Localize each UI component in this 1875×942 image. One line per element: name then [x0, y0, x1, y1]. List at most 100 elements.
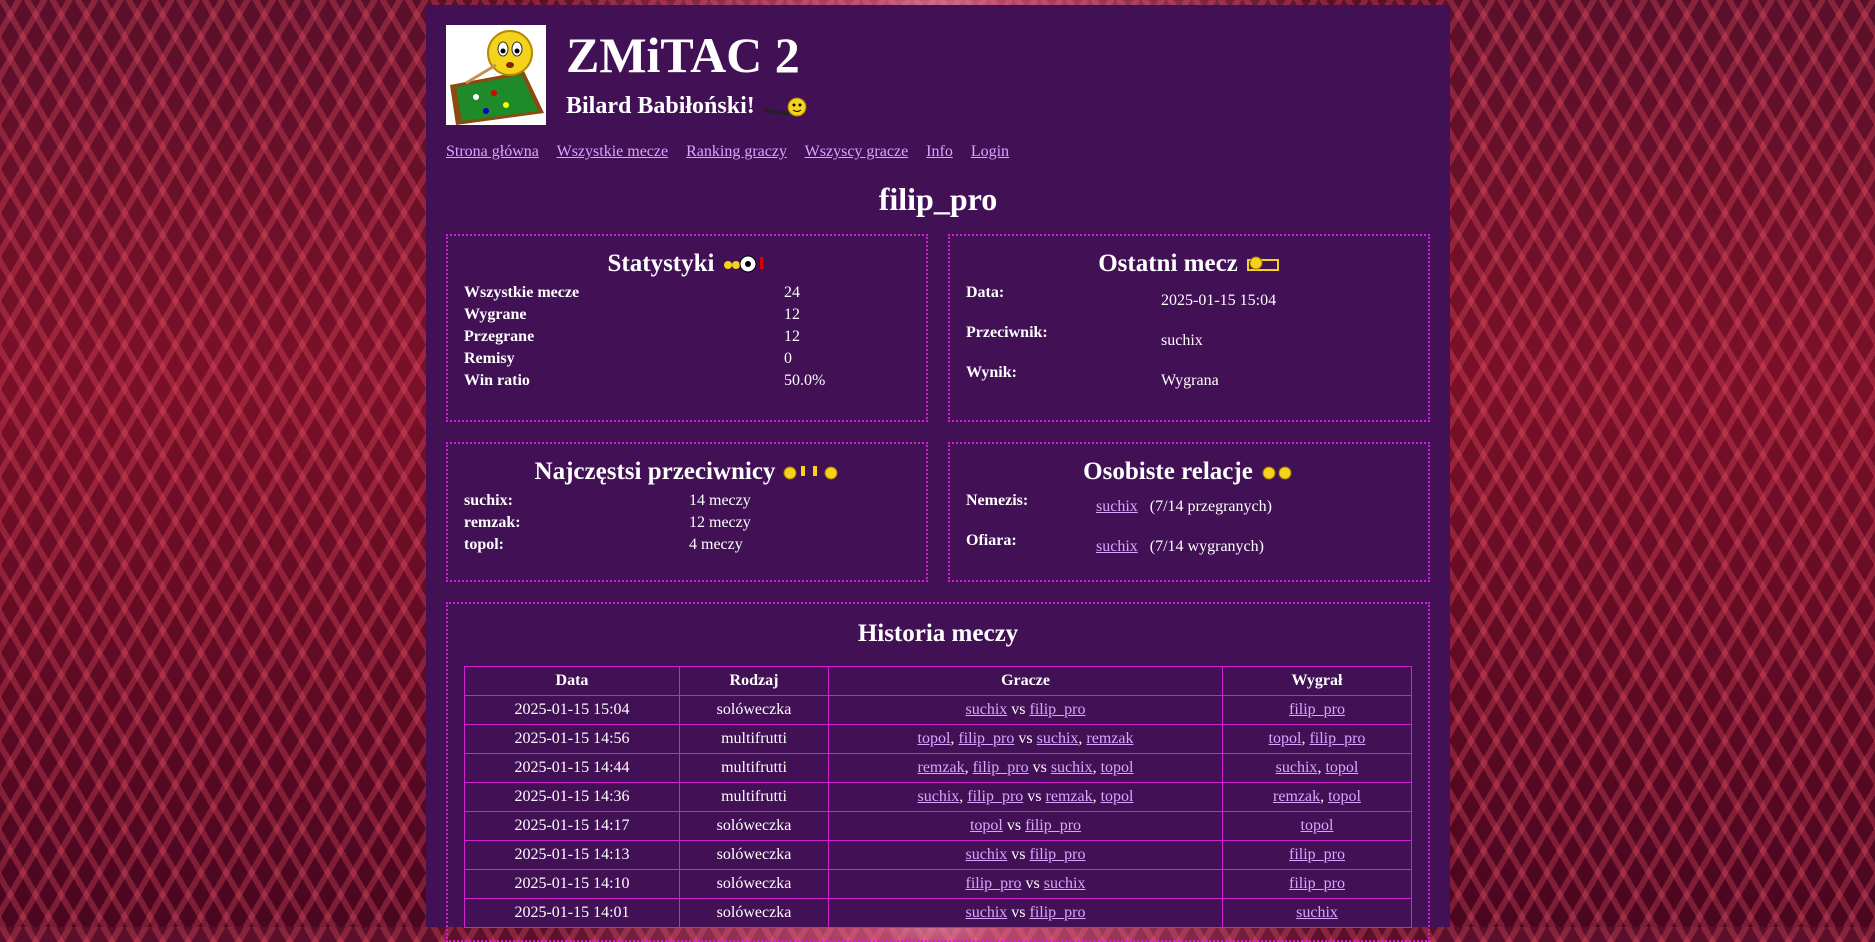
player-link[interactable]: topol — [1101, 759, 1134, 776]
match-winner: filip_pro — [1222, 840, 1412, 870]
nav-home[interactable]: Strona główna — [446, 143, 539, 160]
stat-label: Wszystkie mecze — [464, 284, 580, 301]
nav-login[interactable]: Login — [971, 143, 1009, 160]
match-players: remzak, filip_pro vs suchix, topol — [828, 753, 1223, 783]
stats-card: Statystyki Wszystkie mecze 24 Wygrane 12… — [446, 234, 928, 422]
player-link[interactable]: topol — [918, 730, 951, 747]
player-link[interactable]: filip_pro — [1030, 904, 1086, 921]
vs-label: vs — [1006, 817, 1022, 834]
player-link[interactable]: topol — [1101, 788, 1134, 805]
match-date: 2025-01-15 14:56 — [464, 724, 680, 754]
main-container: ZMiTAC 2 Bilard Babiłoński! Strona główn… — [426, 5, 1450, 942]
match-winner: suchix — [1222, 898, 1412, 928]
winner-link[interactable]: remzak — [1273, 788, 1320, 805]
col-date: Data — [464, 666, 680, 696]
nav-all-players[interactable]: Wszyscy gracze — [805, 143, 909, 160]
winner-link[interactable]: suchix — [1296, 904, 1338, 921]
match-winner: filip_pro — [1222, 869, 1412, 899]
last-match-card: Ostatni mecz Data: 2025-01-15 15:04 Prze… — [948, 234, 1430, 422]
player-link[interactable]: remzak — [1046, 788, 1093, 805]
player-link[interactable]: filip_pro — [973, 759, 1029, 776]
history-table: Data Rodzaj Gracze Wygrał 2025-01-15 15:… — [464, 666, 1412, 928]
stat-label: Wygrane — [464, 306, 527, 323]
match-players: suchix vs filip_pro — [828, 840, 1223, 870]
player-link[interactable]: suchix — [965, 701, 1007, 718]
smiley-group-icon — [783, 466, 838, 480]
match-winner: suchix, topol — [1222, 753, 1412, 783]
player-link[interactable]: suchix — [965, 904, 1007, 921]
player-link[interactable]: suchix — [918, 788, 960, 805]
player-link[interactable]: filip_pro — [1025, 817, 1081, 834]
player-link[interactable]: suchix — [1051, 759, 1093, 776]
player-link[interactable]: topol — [970, 817, 1003, 834]
match-type: solóweczka — [679, 869, 829, 899]
last-match-value: Wygrana — [1161, 372, 1219, 389]
last-match-label: Data: — [966, 284, 1005, 301]
player-link[interactable]: filip_pro — [958, 730, 1014, 747]
billiard-smiley-logo — [446, 25, 546, 125]
table-row: 2025-01-15 14:17 solóweczka topol vs filip… — [464, 811, 1412, 841]
player-link[interactable]: remzak — [918, 759, 965, 776]
player-link[interactable]: filip_pro — [1030, 701, 1086, 718]
cue-ball-smiley-icon — [1246, 256, 1279, 271]
player-link[interactable]: remzak — [1086, 730, 1133, 747]
relation-label: Ofiara: — [966, 532, 1017, 549]
table-row: 2025-01-15 14:10 solóweczka filip_pro vs s… — [464, 869, 1412, 899]
last-match-label: Wynik: — [966, 364, 1017, 381]
stat-value: 24 — [784, 284, 800, 301]
match-history: Historia meczy Data Rodzaj Gracze Wygrał… — [446, 602, 1430, 942]
nav-all-matches[interactable]: Wszystkie mecze — [557, 143, 669, 160]
relations-card: Osobiste relacje Nemezis: suchix (7/14 p… — [948, 442, 1430, 582]
player-link[interactable]: filip_pro — [965, 875, 1021, 892]
opponents-title: Najczęstsi przeciwnicy — [534, 458, 776, 485]
table-row: 2025-01-15 14:56 multifrutti topol, filip_… — [464, 724, 1412, 754]
vs-label: vs — [1027, 788, 1042, 805]
player-name: filip_pro — [878, 181, 998, 217]
opponent-label: suchix: — [464, 492, 513, 509]
match-date: 2025-01-15 14:13 — [464, 840, 680, 870]
match-players: suchix vs filip_pro — [828, 898, 1223, 928]
table-row: 2025-01-15 14:01 solóweczka suchix vs fili… — [464, 898, 1412, 928]
winner-link[interactable]: suchix — [1276, 759, 1318, 776]
site-title: ZMiTAC 2 — [566, 27, 800, 83]
cue-smiley-icon — [762, 97, 807, 116]
winner-link[interactable]: topol — [1301, 817, 1334, 834]
victim-note: (7/14 wygranych) — [1149, 538, 1264, 555]
winner-link[interactable]: topol — [1269, 730, 1302, 747]
nav-ranking[interactable]: Ranking graczy — [686, 143, 787, 160]
match-date: 2025-01-15 14:01 — [464, 898, 680, 928]
player-link[interactable]: suchix — [965, 846, 1007, 863]
stat-value: 12 — [784, 328, 800, 345]
player-link[interactable]: suchix — [1037, 730, 1079, 747]
opponent-value: 12 meczy — [689, 514, 751, 531]
winner-link[interactable]: filip_pro — [1289, 875, 1345, 892]
vs-label: vs — [1032, 759, 1047, 776]
stat-value: 0 — [784, 350, 792, 367]
col-winner: Wygrał — [1222, 666, 1412, 696]
last-match-value: 2025-01-15 15:04 — [1161, 292, 1277, 309]
winner-link[interactable]: filip_pro — [1309, 730, 1365, 747]
col-type: Rodzaj — [679, 666, 829, 696]
site-subtitle: Bilard Babiłoński! — [566, 93, 755, 119]
two-smileys-icon — [1262, 466, 1292, 480]
nav-info[interactable]: Info — [926, 143, 953, 160]
player-link[interactable]: filip_pro — [967, 788, 1023, 805]
match-winner: topol — [1222, 811, 1412, 841]
relations-title: Osobiste relacje — [1083, 458, 1253, 485]
stat-label: Remisy — [464, 350, 515, 367]
player-link[interactable]: filip_pro — [1030, 846, 1086, 863]
winner-link[interactable]: filip_pro — [1289, 701, 1345, 718]
history-title: Historia meczy — [857, 620, 1019, 647]
winner-link[interactable]: filip_pro — [1289, 846, 1345, 863]
match-type: multifrutti — [679, 782, 829, 812]
vs-label: vs — [1011, 701, 1026, 718]
match-winner: filip_pro — [1222, 695, 1412, 725]
victim-link[interactable]: suchix — [1096, 538, 1138, 555]
match-type: multifrutti — [679, 724, 829, 754]
vs-label: vs — [1011, 846, 1026, 863]
player-link[interactable]: suchix — [1044, 875, 1086, 892]
match-winner: remzak, topol — [1222, 782, 1412, 812]
nemesis-link[interactable]: suchix — [1096, 498, 1138, 515]
winner-link[interactable]: topol — [1328, 788, 1361, 805]
winner-link[interactable]: topol — [1325, 759, 1358, 776]
